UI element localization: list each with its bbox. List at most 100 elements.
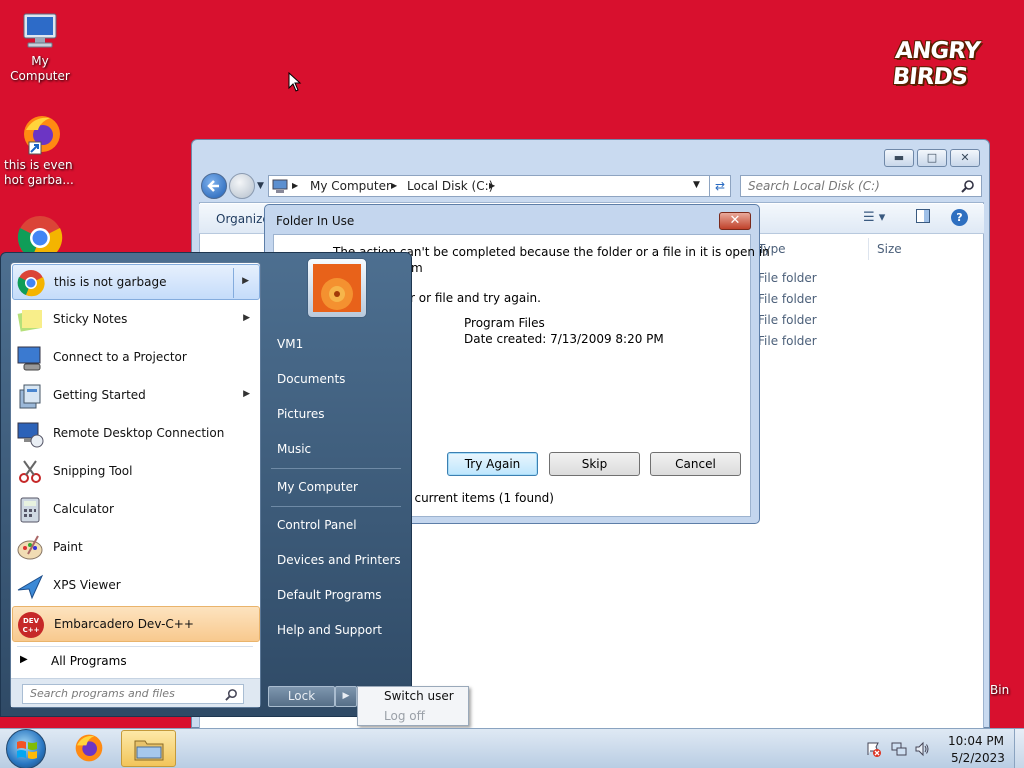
- start-right-vm1[interactable]: VM1: [277, 337, 303, 351]
- forward-button[interactable]: [229, 173, 255, 199]
- start-menu-separator: [17, 646, 253, 647]
- start-right-my-computer[interactable]: My Computer: [277, 480, 358, 494]
- switch-user-item[interactable]: Switch user: [384, 689, 454, 703]
- refresh-button[interactable]: ⇄: [709, 175, 731, 197]
- start-item-label: Embarcadero Dev-C++: [54, 617, 194, 631]
- start-item-label: Calculator: [53, 502, 114, 516]
- address-chevron-icon: ▶: [489, 181, 496, 190]
- column-header-size[interactable]: Size: [877, 242, 902, 256]
- column-divider: [868, 238, 869, 260]
- start-item-getting-started[interactable]: Getting Started ▶: [12, 378, 260, 414]
- dialog-instruction: r or file and try again.: [410, 291, 541, 305]
- breadcrumb-local-disk[interactable]: Local Disk (C:): [407, 179, 493, 193]
- lock-button[interactable]: Lock: [268, 686, 335, 707]
- svg-text:C++: C++: [23, 626, 40, 634]
- start-right-help-support[interactable]: Help and Support: [277, 623, 382, 637]
- taskbar-firefox[interactable]: [64, 730, 116, 767]
- remote-desktop-icon: [17, 422, 44, 448]
- start-button[interactable]: [6, 729, 46, 768]
- start-item-label: Remote Desktop Connection: [53, 426, 225, 440]
- clock-time[interactable]: 10:04 PM: [948, 734, 1004, 748]
- submenu-arrow-icon[interactable]: ▶: [242, 276, 249, 286]
- all-programs-button[interactable]: ▶ All Programs: [12, 650, 260, 674]
- start-item-label: Snipping Tool: [53, 464, 133, 478]
- volume-icon[interactable]: [914, 741, 930, 757]
- try-again-button[interactable]: Try Again: [447, 452, 538, 476]
- views-icon[interactable]: ☰ ▾: [863, 210, 885, 225]
- address-bar[interactable]: ▶ My Computer ▶ Local Disk (C:) ▶ ▼: [268, 175, 710, 197]
- search-icon: [225, 689, 237, 701]
- recycle-bin-label[interactable]: Bin: [990, 683, 1009, 697]
- start-item-this-is-not-garbage[interactable]: this is not garbage ▶: [12, 264, 260, 300]
- close-button[interactable]: ✕: [950, 149, 980, 167]
- start-right-separator: [271, 468, 401, 469]
- search-input[interactable]: Search Local Disk (C:): [740, 175, 982, 197]
- taskbar-explorer[interactable]: [121, 730, 176, 767]
- start-item-dev-cpp[interactable]: DEV C++ Embarcadero Dev-C++: [12, 606, 260, 642]
- user-picture[interactable]: [307, 258, 367, 318]
- start-right-default-programs[interactable]: Default Programs: [277, 588, 382, 602]
- log-off-item[interactable]: Log off: [384, 709, 425, 723]
- skip-button[interactable]: Skip: [549, 452, 640, 476]
- calculator-icon: [20, 497, 40, 523]
- getting-started-icon: [19, 384, 41, 409]
- minimize-button[interactable]: ▬: [884, 149, 914, 167]
- paint-palette-icon: [17, 535, 43, 560]
- start-right-documents[interactable]: Documents: [277, 372, 345, 386]
- desktop-icon-firefox-shortcut[interactable]: this is even hot garba...: [0, 110, 80, 188]
- folder-name: Program Files: [464, 316, 545, 330]
- search-icon: [961, 180, 974, 193]
- network-icon[interactable]: [891, 741, 907, 757]
- all-programs-arrow-icon: ▶: [20, 654, 28, 665]
- start-right-control-panel[interactable]: Control Panel: [277, 518, 357, 532]
- all-programs-label: All Programs: [51, 654, 127, 668]
- start-item-remote-desktop[interactable]: Remote Desktop Connection: [12, 416, 260, 452]
- start-right-separator: [271, 506, 401, 507]
- file-row-type: File folder: [758, 271, 817, 285]
- action-center-icon[interactable]: [866, 741, 882, 757]
- organize-button[interactable]: Organize: [216, 212, 270, 226]
- start-item-connect-projector[interactable]: Connect to a Projector: [12, 340, 260, 376]
- preview-pane-icon[interactable]: [916, 209, 930, 223]
- dialog-title: Folder In Use: [276, 214, 355, 228]
- start-search-input[interactable]: Search programs and files: [22, 684, 244, 704]
- dev-cpp-icon: DEVC++: [18, 612, 44, 638]
- start-item-paint[interactable]: Paint: [12, 530, 260, 566]
- sticky-notes-icon: [17, 310, 42, 332]
- maximize-button[interactable]: □: [917, 149, 947, 167]
- power-options-button[interactable]: ▶: [335, 686, 357, 707]
- address-dropdown-icon[interactable]: ▼: [693, 180, 700, 190]
- start-right-pictures[interactable]: Pictures: [277, 407, 325, 421]
- submenu-arrow-icon[interactable]: ▶: [243, 389, 250, 399]
- cancel-button[interactable]: Cancel: [650, 452, 741, 476]
- start-menu: this is not garbage ▶ Sticky Notes ▶ Con…: [0, 252, 412, 717]
- projector-icon: [17, 346, 41, 371]
- windows-logo-icon: [17, 741, 37, 759]
- recent-pages-dropdown[interactable]: ▼: [257, 181, 264, 191]
- start-item-xps-viewer[interactable]: XPS Viewer: [12, 568, 260, 604]
- start-item-calculator[interactable]: Calculator: [12, 492, 260, 528]
- help-icon[interactable]: ?: [951, 209, 968, 226]
- computer-icon: [23, 13, 57, 48]
- mouse-cursor-icon: [288, 72, 302, 92]
- file-row-type: File folder: [758, 292, 817, 306]
- start-item-label: Paint: [53, 540, 83, 554]
- power-flyout-menu: Switch user Log off: [357, 686, 469, 726]
- start-item-label: Getting Started: [53, 388, 146, 402]
- start-right-devices-printers[interactable]: Devices and Printers: [277, 553, 401, 567]
- start-right-music[interactable]: Music: [277, 442, 311, 456]
- firefox-icon: [24, 116, 60, 155]
- dialog-close-button[interactable]: ✕: [719, 212, 751, 230]
- chrome-icon: [17, 270, 45, 297]
- clock-date[interactable]: 5/2/2023: [951, 751, 1005, 765]
- start-item-sticky-notes[interactable]: Sticky Notes ▶: [12, 302, 260, 338]
- start-item-label: Sticky Notes: [53, 312, 128, 326]
- folder-date: Date created: 7/13/2009 8:20 PM: [464, 332, 664, 346]
- breadcrumb-my-computer[interactable]: My Computer: [310, 179, 391, 193]
- computer-small-icon: [272, 179, 288, 193]
- show-desktop-button[interactable]: [1014, 729, 1024, 768]
- back-button[interactable]: [201, 173, 227, 199]
- start-item-snipping-tool[interactable]: Snipping Tool: [12, 454, 260, 490]
- submenu-arrow-icon[interactable]: ▶: [243, 313, 250, 323]
- desktop-icon-my-computer[interactable]: My Computer: [0, 10, 80, 84]
